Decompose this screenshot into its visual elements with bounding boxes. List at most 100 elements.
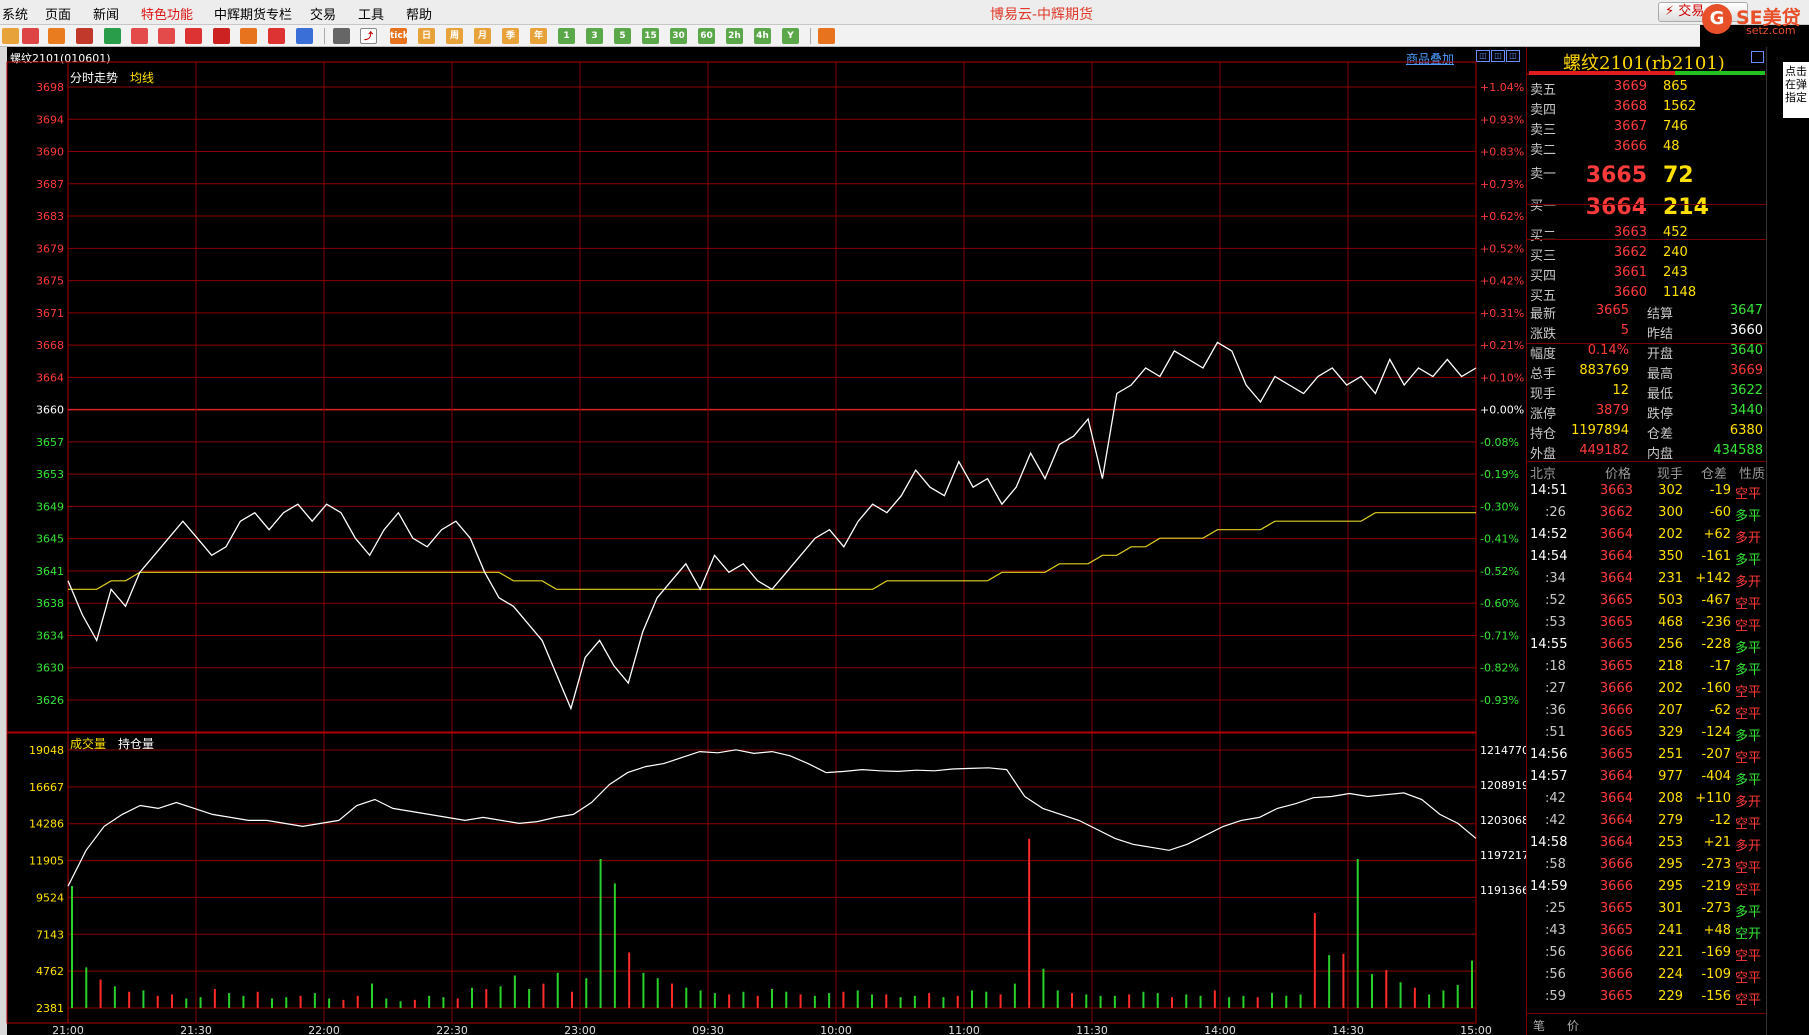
- tick-row[interactable]: :56 3666 221 -169 空平: [1527, 945, 1767, 965]
- tick-price: 3666: [1599, 857, 1633, 872]
- tick-time: :43: [1545, 923, 1566, 938]
- bid-row[interactable]: 买四 3661 243: [1527, 265, 1767, 285]
- stat-value: 6380: [1729, 423, 1763, 438]
- ask-row[interactable]: 卖五 3669 865: [1527, 79, 1767, 99]
- tick-row[interactable]: 14:58 3664 253 +21 多开: [1527, 835, 1767, 855]
- tick-oi-change: -404: [1701, 769, 1731, 784]
- tick-row[interactable]: :42 3664 208 +110 多开: [1527, 791, 1767, 811]
- stat-row[interactable]: 现手 12 最低 3622: [1527, 383, 1767, 403]
- tick-row[interactable]: :34 3664 231 +142 多开: [1527, 571, 1767, 591]
- volume-panel-frame: [6, 732, 1477, 1024]
- tick-price: 3665: [1599, 615, 1633, 630]
- stat-row[interactable]: 涨跌 5 昨结 3660: [1527, 323, 1767, 343]
- tick-row[interactable]: :42 3664 279 -12 空平: [1527, 813, 1767, 833]
- bid-row[interactable]: 买二 3663 452: [1527, 225, 1767, 245]
- tick-row[interactable]: 14:55 3665 256 -228 多平: [1527, 637, 1767, 657]
- tick-row[interactable]: :43 3665 241 +48 空开: [1527, 923, 1767, 943]
- tick-type: 空平: [1735, 707, 1762, 722]
- tick-time: :59: [1545, 989, 1566, 1004]
- tab-trades[interactable]: 笔: [1533, 1017, 1545, 1034]
- bid-row[interactable]: 买三 3662 240: [1527, 245, 1767, 265]
- tick-volume: 977: [1658, 769, 1683, 784]
- tick-row[interactable]: :56 3666 224 -109 空平: [1527, 967, 1767, 987]
- bid-row[interactable]: 买五 3660 1148: [1527, 285, 1767, 305]
- stat-label: 总手: [1530, 367, 1557, 382]
- bid1-row[interactable]: 买一 3664 214: [1527, 195, 1767, 220]
- stat-row[interactable]: 总手 883769 最高 3669: [1527, 363, 1767, 383]
- logo-icon: G: [1702, 4, 1732, 34]
- price-tick-label: 3698: [36, 81, 64, 94]
- bid-price: 3660: [1613, 285, 1647, 300]
- tick-row[interactable]: :18 3665 218 -17 多平: [1527, 659, 1767, 679]
- stat-label: 结算: [1647, 307, 1674, 322]
- price-tick-label: 3690: [36, 146, 64, 159]
- tick-row[interactable]: 14:54 3664 350 -161 多平: [1527, 549, 1767, 569]
- tick-tabs: 笔 价: [1527, 1013, 1767, 1035]
- tick-oi-change: -62: [1709, 703, 1731, 718]
- tick-row[interactable]: 14:57 3664 977 -404 多平: [1527, 769, 1767, 789]
- bid1-volume: 214: [1663, 195, 1709, 220]
- ask-row[interactable]: 卖三 3667 746: [1527, 119, 1767, 139]
- stat-row[interactable]: 幅度 0.14% 开盘 3640: [1527, 343, 1767, 363]
- tick-price: 3665: [1599, 747, 1633, 762]
- bid-strength-bar: [1529, 71, 1675, 75]
- tick-row[interactable]: 14:56 3665 251 -207 空平: [1527, 747, 1767, 767]
- stat-row[interactable]: 持仓 1197894 仓差 6380: [1527, 423, 1767, 443]
- tick-price: 3665: [1599, 593, 1633, 608]
- oi-tick-label: 1203068: [1480, 814, 1526, 827]
- stat-value: 5: [1620, 323, 1629, 338]
- tick-volume: 251: [1658, 747, 1683, 762]
- ask1-row[interactable]: 卖一 3665 72: [1527, 163, 1767, 188]
- tick-row[interactable]: 14:52 3664 202 +62 多开: [1527, 527, 1767, 547]
- tick-time: :58: [1545, 857, 1566, 872]
- pct-tick-label: -0.19%: [1480, 468, 1519, 481]
- ask-row[interactable]: 卖四 3668 1562: [1527, 99, 1767, 119]
- tick-row[interactable]: :53 3665 468 -236 空平: [1527, 615, 1767, 635]
- oi-tick-label: 1208919: [1480, 779, 1526, 792]
- tick-volume: 279: [1658, 813, 1683, 828]
- tick-volume: 202: [1658, 527, 1683, 542]
- tick-time: 14:51: [1530, 483, 1568, 498]
- tick-oi-change: +21: [1703, 835, 1731, 850]
- bid-volume: 240: [1663, 245, 1688, 260]
- pct-tick-label: -0.52%: [1480, 565, 1519, 578]
- stat-row[interactable]: 最新 3665 结算 3647: [1527, 303, 1767, 323]
- tick-type: 空平: [1735, 685, 1762, 700]
- ask-row[interactable]: 卖二 3666 48: [1527, 139, 1767, 159]
- tick-row[interactable]: :27 3666 202 -160 空平: [1527, 681, 1767, 701]
- stat-row[interactable]: 外盘 449182 内盘 434588: [1527, 443, 1767, 463]
- logo-domain: setz.com: [1746, 24, 1796, 37]
- stat-value: 3640: [1729, 343, 1763, 358]
- tick-row[interactable]: 14:51 3663 302 -19 空平: [1527, 483, 1767, 503]
- tick-oi-change: -109: [1701, 967, 1731, 982]
- stat-row[interactable]: 涨停 3879 跌停 3440: [1527, 403, 1767, 423]
- tick-price: 3664: [1599, 835, 1633, 850]
- time-tick-label: 21:30: [180, 1024, 212, 1035]
- tick-time: :25: [1545, 901, 1566, 916]
- tick-row[interactable]: 14:59 3666 295 -219 空平: [1527, 879, 1767, 899]
- price-tick-label: 3660: [36, 404, 64, 417]
- side-tab: 点击在弹指定: [1766, 47, 1809, 1035]
- pct-tick-label: -0.82%: [1480, 662, 1519, 675]
- panel-toggle-icon[interactable]: [1751, 51, 1764, 63]
- bid-price: 3661: [1613, 265, 1647, 280]
- tick-oi-change: -219: [1701, 879, 1731, 894]
- tick-time: :56: [1545, 945, 1566, 960]
- tick-row[interactable]: :26 3662 300 -60 多平: [1527, 505, 1767, 525]
- tick-type: 空平: [1735, 487, 1762, 502]
- side-tab-button[interactable]: 点击在弹指定: [1783, 62, 1809, 118]
- tab-prices[interactable]: 价: [1567, 1017, 1579, 1034]
- time-tick-label: 21:00: [52, 1024, 84, 1035]
- price-tick-label: 3675: [36, 275, 64, 288]
- tick-row[interactable]: :59 3665 229 -156 空平: [1527, 989, 1767, 1009]
- tick-row[interactable]: :25 3665 301 -273 多平: [1527, 901, 1767, 921]
- tick-row[interactable]: :51 3665 329 -124 多平: [1527, 725, 1767, 745]
- tick-oi-change: -236: [1701, 615, 1731, 630]
- price-tick-label: 3671: [36, 307, 64, 320]
- bid-level-label: 买四: [1530, 269, 1557, 284]
- tick-oi-change: -17: [1709, 659, 1731, 674]
- tick-row[interactable]: :52 3665 503 -467 空平: [1527, 593, 1767, 613]
- tick-row[interactable]: :36 3666 207 -62 空平: [1527, 703, 1767, 723]
- price-tick-label: 3649: [36, 500, 64, 513]
- tick-row[interactable]: :58 3666 295 -273 空平: [1527, 857, 1767, 877]
